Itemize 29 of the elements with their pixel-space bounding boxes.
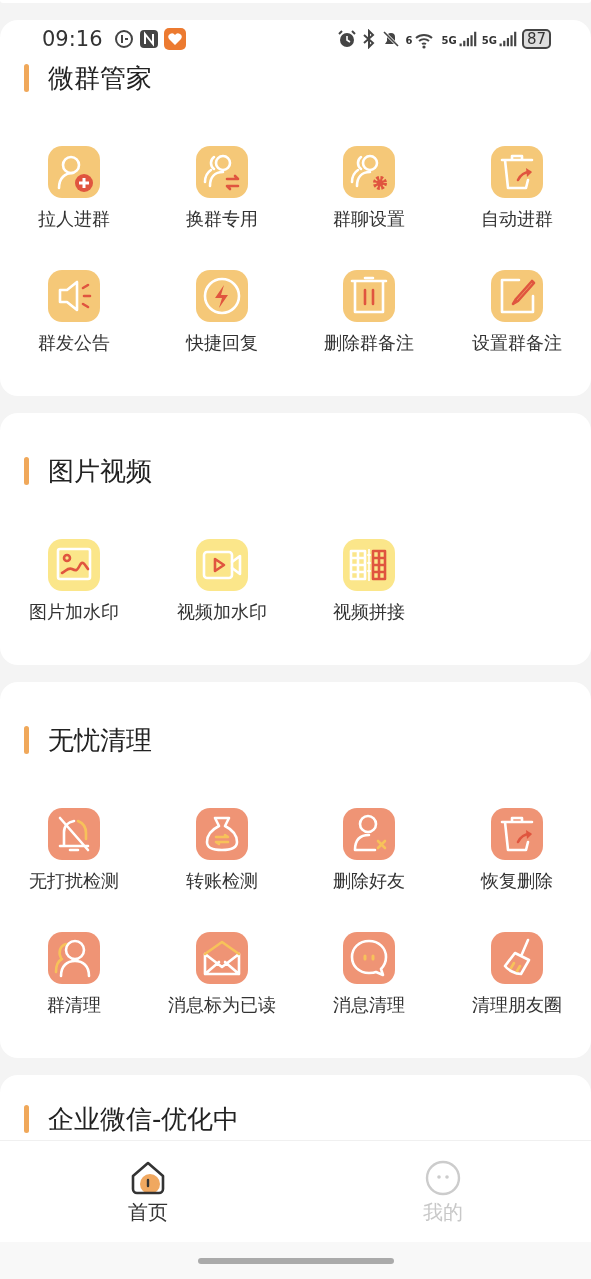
tool-item[interactable]: 视频拼接 (295, 539, 444, 624)
section-title: 图片视频 (48, 454, 152, 488)
tool-item[interactable]: 群聊设置 (295, 146, 444, 231)
tool-item[interactable]: 无打扰检测 (0, 808, 148, 893)
tool-item[interactable]: 快捷回复 (147, 270, 296, 355)
tool-item[interactable]: 清理朋友圈 (443, 932, 591, 1017)
battery-level: 87 (521, 29, 551, 49)
network-type: 5G (441, 35, 457, 46)
tool-item[interactable]: 图片加水印 (0, 539, 148, 624)
tool-item[interactable]: 删除好友 (295, 808, 444, 893)
tool-item[interactable]: 换群专用 (147, 146, 296, 231)
tab[interactable]: 首页 (0, 1141, 296, 1242)
tool-item[interactable]: 转账检测 (147, 808, 296, 893)
tool-item[interactable]: 视频加水印 (147, 539, 296, 624)
tool-item[interactable]: 消息标为已读 (147, 932, 296, 1017)
clock-time: 09:16 (42, 27, 103, 51)
tool-item[interactable]: 自动进群 (443, 146, 591, 231)
section-title: 企业微信-优化中 (48, 1102, 240, 1136)
section-title: 无忧清理 (48, 723, 152, 757)
section-title: 微群管家 (48, 61, 152, 95)
tool-item[interactable]: 消息清理 (295, 932, 444, 1017)
tool-item[interactable]: 删除群备注 (295, 270, 444, 355)
network-type: 5G (481, 35, 497, 46)
tool-item[interactable]: 设置群备注 (443, 270, 591, 355)
tool-item[interactable]: 拉人进群 (0, 146, 148, 231)
tool-item[interactable]: 群发公告 (0, 270, 148, 355)
tool-item[interactable]: 恢复删除 (443, 808, 591, 893)
tool-item[interactable]: 群清理 (0, 932, 148, 1017)
wifi-standard: 6 (405, 35, 413, 46)
